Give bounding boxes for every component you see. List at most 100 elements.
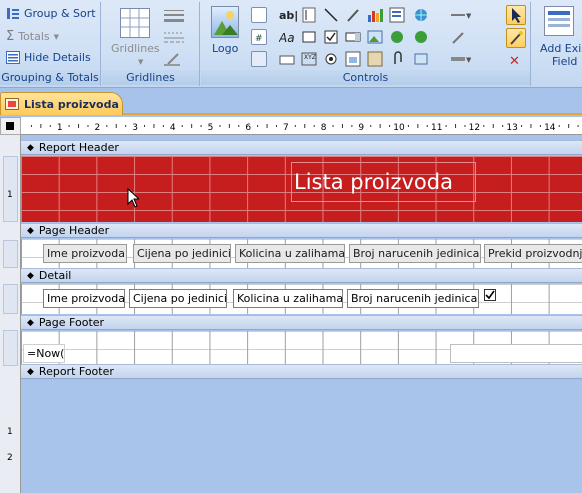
navigation-icon[interactable] bbox=[413, 51, 429, 67]
detail-field[interactable]: Ime proizvoda bbox=[43, 289, 125, 308]
vertical-ruler[interactable]: 1 1 2 bbox=[0, 135, 21, 493]
totals-label: Totals bbox=[18, 30, 50, 43]
band-arrow-icon: ◆ bbox=[27, 225, 34, 236]
tab-control-icon[interactable] bbox=[279, 51, 295, 67]
rectangle-icon[interactable] bbox=[301, 29, 317, 45]
title-icon[interactable] bbox=[251, 7, 267, 23]
option-group-icon[interactable]: XYZ bbox=[301, 51, 317, 67]
ruler-number: 5 bbox=[208, 123, 214, 133]
attachment-icon[interactable] bbox=[389, 51, 405, 67]
subform-icon[interactable] bbox=[345, 51, 361, 67]
detail-selector[interactable] bbox=[3, 284, 18, 314]
checkbox-tool-icon[interactable] bbox=[323, 29, 339, 45]
chart-icon[interactable] bbox=[367, 7, 383, 23]
ruler-number: 8 bbox=[321, 123, 327, 133]
page-numbers-icon[interactable]: # bbox=[251, 29, 267, 45]
group-sort-label: Group & Sort bbox=[24, 7, 96, 20]
ribbon: Group & Sort Σ Totals ▼ Hide Details Gro… bbox=[0, 0, 582, 88]
line-type-icon[interactable] bbox=[164, 30, 184, 46]
diagonal-line-icon[interactable] bbox=[323, 7, 339, 23]
dropdown-arrow-icon: ▼ bbox=[53, 32, 60, 41]
detail-band[interactable]: ◆ Detail bbox=[21, 268, 582, 283]
now-expression-field[interactable]: =Now() bbox=[23, 344, 65, 363]
grouping-totals-group: Group & Sort Σ Totals ▼ Hide Details Gro… bbox=[0, 2, 101, 86]
report-header-section[interactable]: Lista proizvoda bbox=[21, 156, 582, 222]
vruler-number: 2 bbox=[7, 453, 13, 463]
line-tool-icon[interactable] bbox=[301, 7, 317, 23]
toggle-icon[interactable] bbox=[389, 29, 405, 45]
properties-icon[interactable]: ▼ bbox=[451, 51, 472, 67]
totals-button[interactable]: Σ Totals ▼ bbox=[6, 29, 59, 44]
pen-icon[interactable] bbox=[345, 7, 361, 23]
detail-field[interactable]: Broj narucenih jedinica bbox=[347, 289, 479, 308]
document-tab-label: Lista proizvoda bbox=[24, 97, 119, 111]
report-footer-band[interactable]: ◆ Report Footer bbox=[21, 364, 582, 379]
page-header-section[interactable]: Ime proizvoda Cijena po jedinici Kolicin… bbox=[21, 239, 582, 268]
web-browser-icon[interactable] bbox=[413, 29, 429, 45]
more-controls-icon[interactable]: ▼ bbox=[451, 7, 472, 23]
column-header-label[interactable]: Broj narucenih jedinica bbox=[349, 244, 481, 263]
empty-design-area[interactable] bbox=[21, 380, 582, 493]
detail-field[interactable]: Kolicina u zalihama bbox=[233, 289, 343, 308]
page-footer-band[interactable]: ◆ Page Footer bbox=[21, 315, 582, 330]
image-icon[interactable] bbox=[367, 29, 383, 45]
ruler-number: 7 bbox=[283, 123, 289, 133]
add-existing-label-1: Add Exis bbox=[540, 42, 582, 55]
check-icon bbox=[485, 290, 495, 300]
report-header-band[interactable]: ◆ Report Header bbox=[21, 140, 582, 155]
page-header-selector[interactable] bbox=[3, 240, 18, 268]
page-header-band[interactable]: ◆ Page Header bbox=[21, 223, 582, 238]
ruler-number: 12 bbox=[469, 123, 480, 133]
gridlines-icon[interactable] bbox=[120, 8, 150, 38]
label-aa-icon[interactable]: Aa bbox=[278, 29, 295, 45]
logo-button[interactable]: Logo bbox=[212, 42, 238, 55]
column-header-label[interactable]: Ime proizvoda bbox=[43, 244, 127, 263]
report-footer-label: Report Footer bbox=[38, 365, 114, 378]
document-tab[interactable]: Lista proizvoda bbox=[0, 92, 123, 115]
svg-text:▼: ▼ bbox=[466, 56, 471, 64]
page-number-field[interactable] bbox=[450, 344, 582, 363]
text-box-icon[interactable]: ab| bbox=[279, 7, 298, 23]
group-sort-button[interactable]: Group & Sort bbox=[6, 7, 96, 20]
column-header-label[interactable]: Prekid proizvodnje bbox=[484, 244, 582, 263]
grouping-totals-group-label: Grouping & Totals bbox=[0, 70, 100, 85]
add-existing-fields-button[interactable]: Add Exis Field bbox=[540, 42, 582, 68]
page-footer-section[interactable]: =Now() bbox=[21, 331, 582, 364]
date-time-icon[interactable] bbox=[251, 51, 267, 67]
report-selector[interactable] bbox=[0, 117, 21, 135]
insert-activex-icon[interactable]: ✕ bbox=[508, 52, 524, 69]
detail-section[interactable]: Ime proizvoda Cijena po jedinici Kolicin… bbox=[21, 284, 582, 314]
horizontal-ruler[interactable]: 1 2 3 4 5 6 7 8 9 10 11 12 13 14 bbox=[21, 117, 582, 135]
combo-box-icon[interactable] bbox=[345, 29, 361, 45]
vruler-number: 1 bbox=[7, 190, 13, 200]
ruler-number: 6 bbox=[245, 123, 251, 133]
report-header-selector[interactable] bbox=[3, 156, 18, 222]
gridlines-button[interactable]: Gridlines bbox=[111, 42, 160, 55]
sigma-icon: Σ bbox=[6, 29, 15, 44]
line-thickness-icon[interactable] bbox=[164, 8, 184, 24]
discontinued-checkbox[interactable] bbox=[484, 289, 496, 301]
band-arrow-icon: ◆ bbox=[27, 270, 34, 281]
report-icon bbox=[5, 98, 19, 110]
logo-icon[interactable] bbox=[211, 6, 239, 38]
page-footer-selector[interactable] bbox=[3, 330, 18, 366]
detail-field[interactable]: Cijena po jedinici bbox=[129, 289, 227, 308]
column-header-label[interactable]: Kolicina u zalihama bbox=[235, 244, 345, 263]
mouse-cursor-icon bbox=[127, 188, 139, 208]
select-pointer-icon[interactable] bbox=[506, 5, 526, 25]
document-tab-bar: Lista proizvoda bbox=[0, 88, 582, 115]
report-title-label[interactable]: Lista proizvoda bbox=[291, 162, 476, 202]
line-color-icon[interactable] bbox=[164, 52, 180, 68]
hide-details-icon bbox=[6, 51, 20, 64]
ruler-number: 2 bbox=[95, 123, 101, 133]
object-frame-icon[interactable] bbox=[367, 51, 383, 67]
column-header-label[interactable]: Cijena po jedinici bbox=[133, 244, 231, 263]
list-box-icon[interactable] bbox=[389, 7, 405, 23]
ruler-number: 11 bbox=[431, 123, 442, 133]
hide-details-button[interactable]: Hide Details bbox=[6, 51, 91, 64]
add-existing-fields-icon[interactable] bbox=[544, 6, 574, 36]
hyperlink-icon[interactable] bbox=[413, 7, 429, 23]
control-wizards-icon[interactable] bbox=[506, 28, 526, 48]
wrench-icon[interactable] bbox=[451, 29, 467, 45]
option-button-icon[interactable] bbox=[323, 51, 339, 67]
